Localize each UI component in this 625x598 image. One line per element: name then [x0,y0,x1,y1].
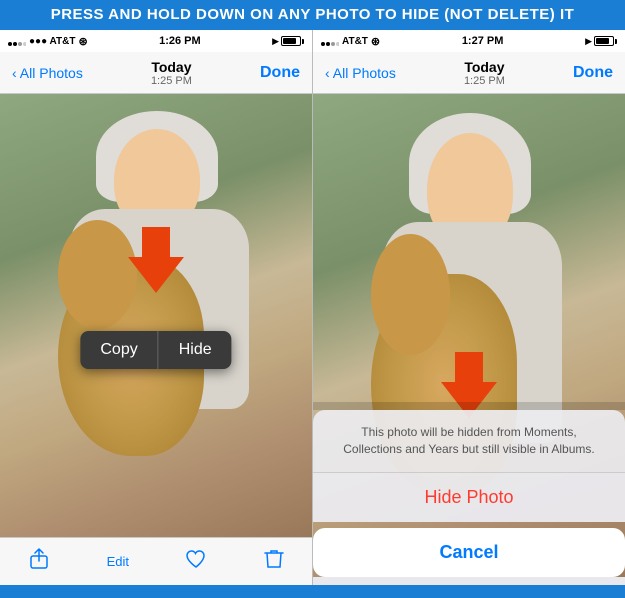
action-sheet-message: This photo will be hidden from Moments, … [313,410,625,472]
hide-photo-button[interactable]: Hide Photo [313,472,625,522]
photo-area-right: This photo will be hidden from Moments, … [313,94,625,585]
back-label-left[interactable]: All Photos [20,65,83,81]
phone-left: ●●● AT&T ⊛ 1:26 PM ▶ ‹ All Photos [0,30,313,585]
signal-strength-left: ▶ [272,36,279,47]
copy-button[interactable]: Copy [80,331,157,369]
carrier-right: AT&T ⊛ [321,34,380,49]
time-right: 1:27 PM [462,35,504,47]
dog-head-left [58,220,137,329]
nav-subtitle-right: 1:25 PM [464,75,505,87]
back-label-right[interactable]: All Photos [333,65,396,81]
back-button-left[interactable]: ‹ All Photos [12,65,83,81]
cancel-button[interactable]: Cancel [313,528,625,577]
carrier-name-right: AT&T [342,36,368,47]
battery-body-right [594,36,614,46]
time-left: 1:26 PM [159,35,201,47]
arrow-down-left [128,227,184,293]
done-button-right[interactable]: Done [573,64,613,82]
back-button-right[interactable]: ‹ All Photos [325,65,396,81]
bottom-safe-area [313,577,625,585]
battery-right [594,36,617,46]
battery-right-left: ▶ [272,36,304,47]
battery-tip-right [615,39,617,44]
battery-body-left [281,36,301,46]
status-bar-left: ●●● AT&T ⊛ 1:26 PM ▶ [0,30,312,52]
instruction-banner: PRESS AND HOLD DOWN ON ANY PHOTO TO HIDE… [0,0,625,30]
share-button-left[interactable] [28,548,50,576]
carrier-name-left: ●●● AT&T [29,36,75,47]
wifi-icon-left: ⊛ [78,35,87,48]
nav-bar-left: ‹ All Photos Today 1:25 PM Done [0,52,312,94]
context-menu: Copy Hide [80,331,231,369]
signal-dots-left [8,34,26,49]
bottom-toolbar-left: Edit [0,537,312,585]
photo-content-left [0,94,312,537]
trash-button-left[interactable] [264,548,284,576]
carrier-left: ●●● AT&T ⊛ [8,34,88,49]
nav-title-text-left: Today [151,59,192,75]
edit-button-left[interactable]: Edit [107,554,129,569]
hide-button[interactable]: Hide [159,331,232,369]
battery-left [281,36,304,46]
nav-subtitle-left: 1:25 PM [151,75,192,87]
action-sheet: This photo will be hidden from Moments, … [313,402,625,585]
signal-strength-right: ▶ [585,36,592,47]
battery-fill-left [283,38,297,44]
status-bar-right: AT&T ⊛ 1:27 PM ▶ [313,30,625,52]
wifi-icon-right: ⊛ [371,35,380,48]
nav-title-text-right: Today [464,59,505,75]
nav-bar-right: ‹ All Photos Today 1:25 PM Done [313,52,625,94]
action-sheet-gap [313,402,625,410]
photo-area-left: Copy Hide [0,94,312,537]
battery-area-right: ▶ [585,36,617,47]
dog-head-right [371,234,450,355]
photo-person-left [47,129,272,492]
phones-container: ●●● AT&T ⊛ 1:26 PM ▶ ‹ All Photos [0,30,625,585]
battery-tip-left [302,39,304,44]
phone-right: AT&T ⊛ 1:27 PM ▶ ‹ All Photos To [313,30,625,585]
nav-title-left: Today 1:25 PM [151,59,192,87]
battery-fill-right [596,38,610,44]
signal-dots-right [321,34,339,49]
done-button-left[interactable]: Done [260,64,300,82]
nav-title-right: Today 1:25 PM [464,59,505,87]
heart-button-left[interactable] [185,548,207,576]
